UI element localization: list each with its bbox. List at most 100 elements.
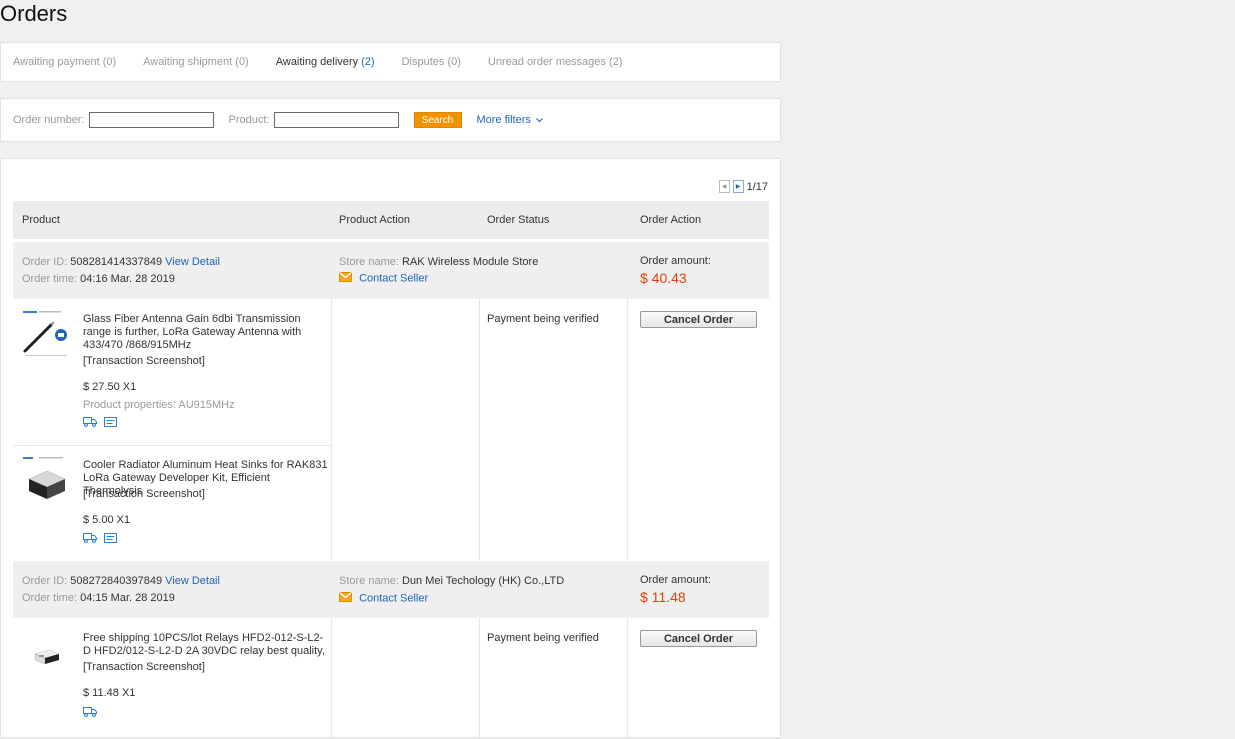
tab-label: Unread order messages	[487, 56, 606, 68]
transaction-screenshot-link[interactable]: [Transaction Screenshot]	[83, 661, 205, 673]
order-id-label: Order ID:	[22, 256, 68, 268]
order-id-line: Order ID: 508272840397849 View Detail	[22, 575, 220, 587]
shipping-truck-icon[interactable]	[83, 532, 97, 543]
mail-icon	[339, 592, 352, 605]
order-tabs-panel: Awaiting payment (0) Awaiting shipment (…	[0, 42, 781, 82]
order-amount-label: Order amount:	[640, 574, 711, 586]
order-status: Payment being verified	[487, 632, 599, 644]
order-time-label: Order time:	[22, 592, 78, 604]
tab-unread-order-messages[interactable]: Unread order messages (2)	[488, 56, 623, 68]
search-button[interactable]: Search	[413, 112, 462, 128]
more-filters-link[interactable]: More filters	[477, 114, 543, 126]
store-name: Dun Mei Techology (HK) Co.,LTD	[401, 575, 565, 587]
receipt-icon[interactable]	[104, 416, 117, 427]
product-title-link[interactable]: Glass Fiber Antenna Gain 6dbi Transmissi…	[83, 313, 331, 352]
order-id-label: Order ID:	[22, 575, 68, 587]
column-divider	[479, 618, 480, 739]
header-order-action: Order Action	[640, 214, 702, 226]
filter-row: Order number: Product: Search More filte…	[1, 99, 780, 141]
column-divider	[627, 618, 628, 739]
order-item: Glass Fiber Antenna Gain 6dbi Transmissi…	[13, 299, 331, 445]
pagination: ◀ ▶ 1/17	[718, 180, 768, 193]
chevron-right-icon[interactable]: ▶	[732, 180, 744, 193]
tab-label: Disputes	[401, 56, 445, 68]
item-price: $ 27.50 X1	[83, 381, 137, 393]
item-actions	[83, 706, 104, 717]
tab-awaiting-payment[interactable]: Awaiting payment (0)	[13, 56, 116, 68]
tab-count: (0)	[447, 56, 461, 68]
view-detail-link[interactable]: View Detail	[165, 575, 220, 587]
shipping-truck-icon[interactable]	[83, 706, 97, 717]
order-time-line: Order time: 04:16 Mar. 28 2019	[22, 273, 175, 285]
store-name-label: Store name:	[339, 256, 399, 268]
store-line: Store name: Dun Mei Techology (HK) Co.,L…	[339, 575, 564, 587]
product-properties: Product properties: AU915MHz	[83, 399, 235, 411]
order-status: Payment being verified	[487, 313, 599, 325]
tab-awaiting-shipment[interactable]: Awaiting shipment (0)	[143, 56, 249, 68]
product-image[interactable]	[21, 309, 71, 359]
product-title-link[interactable]: Free shipping 10PCS/lot Relays HFD2-012-…	[83, 632, 331, 658]
order-body: Free shipping 10PCS/lot Relays HFD2-012-…	[13, 618, 769, 739]
order-id: 508272840397849	[70, 575, 163, 587]
order-number-input[interactable]	[88, 112, 214, 128]
product-image[interactable]	[21, 632, 71, 682]
tab-label: Awaiting payment	[13, 56, 100, 68]
page-indicator: 1/17	[746, 180, 768, 193]
filter-panel: Order number: Product: Search More filte…	[0, 98, 781, 142]
store-line: Store name: RAK Wireless Module Store	[339, 256, 538, 268]
order-amount-label: Order amount:	[640, 255, 711, 267]
order-header: Order ID: 508281414337849 View Detail Or…	[13, 242, 769, 299]
receipt-icon[interactable]	[104, 532, 117, 543]
tab-count: (2)	[608, 56, 623, 68]
table-header: Product Product Action Order Status Orde…	[13, 201, 769, 239]
product-label: Product:	[228, 114, 270, 126]
order-time: 04:15 Mar. 28 2019	[80, 592, 175, 604]
order-item: Cooler Radiator Aluminum Heat Sinks for …	[13, 446, 331, 560]
header-product: Product	[22, 214, 60, 226]
view-detail-link[interactable]: View Detail	[165, 256, 220, 268]
shipping-truck-icon[interactable]	[83, 416, 97, 427]
more-filters-label: More filters	[476, 114, 531, 126]
header-product-action: Product Action	[339, 214, 410, 226]
order-amount: $ 11.48	[640, 589, 686, 605]
cancel-order-button[interactable]: Cancel Order	[640, 630, 757, 647]
column-divider	[479, 299, 480, 560]
chevron-down-icon	[536, 116, 543, 125]
header-order-status: Order Status	[487, 214, 550, 226]
order-number-label: Order number:	[13, 114, 85, 126]
order-time-line: Order time: 04:15 Mar. 28 2019	[22, 592, 175, 604]
product-image[interactable]	[21, 455, 71, 505]
tab-count: (0)	[235, 56, 249, 68]
page-title: Orders	[0, 1, 68, 26]
tab-count: (0)	[102, 56, 117, 68]
store-name: RAK Wireless Module Store	[401, 256, 539, 268]
store-name-label: Store name:	[339, 575, 399, 587]
tab-awaiting-delivery[interactable]: Awaiting delivery (2)	[276, 56, 375, 68]
tab-label: Awaiting shipment	[143, 56, 233, 68]
item-price: $ 11.48 X1	[83, 687, 136, 699]
column-divider	[331, 299, 332, 560]
tab-disputes[interactable]: Disputes (0)	[402, 56, 461, 68]
column-divider	[331, 618, 332, 739]
item-actions	[83, 532, 124, 543]
product-input[interactable]	[273, 112, 399, 128]
contact-seller-link[interactable]: Contact Seller	[339, 592, 428, 605]
order-amount: $ 40.43	[640, 270, 687, 286]
contact-seller-link[interactable]: Contact Seller	[339, 272, 428, 285]
order-time-label: Order time:	[22, 273, 78, 285]
column-divider	[627, 299, 628, 560]
order-time: 04:16 Mar. 28 2019	[80, 273, 175, 285]
transaction-screenshot-link[interactable]: [Transaction Screenshot]	[83, 488, 205, 500]
transaction-screenshot-link[interactable]: [Transaction Screenshot]	[83, 355, 205, 367]
item-price: $ 5.00 X1	[83, 514, 131, 526]
order-body: Glass Fiber Antenna Gain 6dbi Transmissi…	[13, 299, 769, 560]
order-item: Free shipping 10PCS/lot Relays HFD2-012-…	[13, 618, 331, 739]
tab-label: Awaiting delivery	[275, 56, 359, 68]
contact-seller-label: Contact Seller	[359, 592, 429, 605]
order-tabs: Awaiting payment (0) Awaiting shipment (…	[1, 43, 780, 81]
chevron-left-icon[interactable]: ◀	[718, 180, 730, 193]
cancel-order-button[interactable]: Cancel Order	[640, 311, 757, 328]
orders-panel: ◀ ▶ 1/17 Product Product Action Order St…	[0, 158, 781, 739]
contact-seller-label: Contact Seller	[359, 272, 429, 285]
order-id-line: Order ID: 508281414337849 View Detail	[22, 256, 220, 268]
